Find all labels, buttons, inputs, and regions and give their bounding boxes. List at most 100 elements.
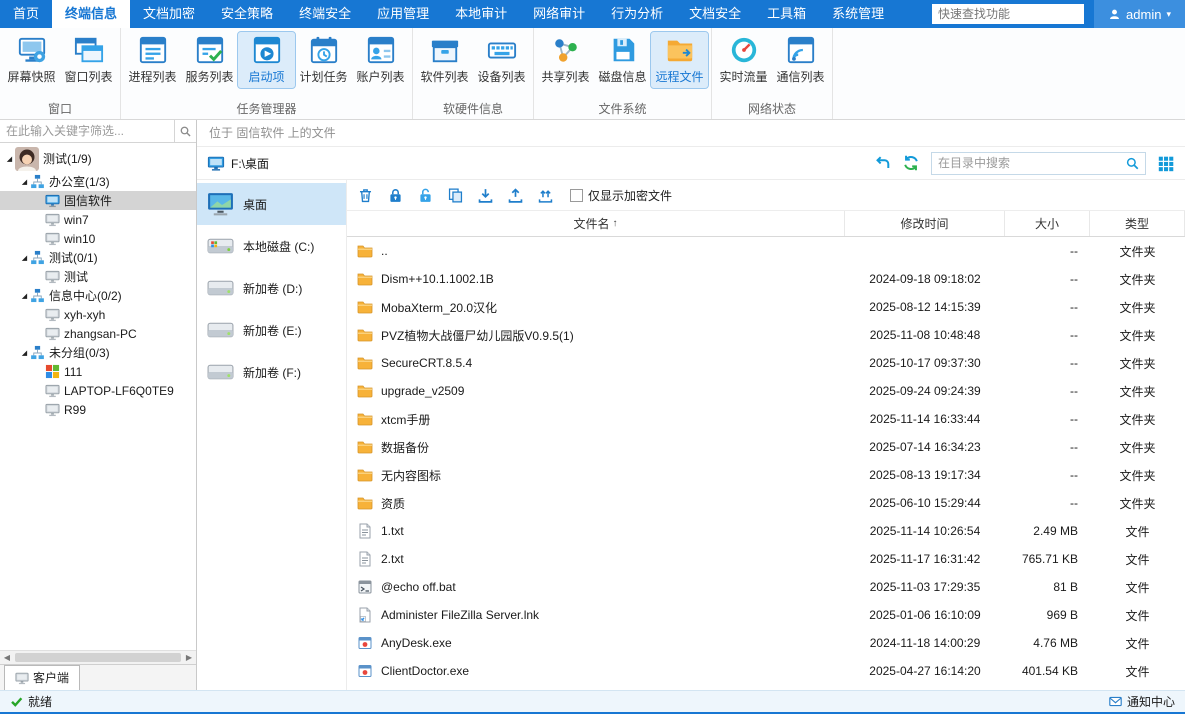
tree-node-zhangsan-PC[interactable]: zhangsan-PC [0,324,196,343]
drive-item-新加卷 (E:)[interactable]: 新加卷 (E:) [197,309,346,351]
drive-item-桌面[interactable]: 桌面 [197,183,346,225]
menu-item-10[interactable]: 文档安全 [676,0,754,28]
checkbox-icon[interactable] [570,189,583,202]
back-button[interactable] [873,154,891,172]
tree-node-办公室(1/3)[interactable]: ◢办公室(1/3) [0,172,196,191]
tree-node-测试(1/9)[interactable]: ◢测试(1/9) [0,145,196,172]
tree-node-测试(0/1)[interactable]: ◢测试(0/1) [0,248,196,267]
ribbon-button-label: 账户列表 [356,68,404,85]
tree-expander-icon[interactable]: ◢ [19,178,30,186]
column-header-3[interactable]: 大小 [1005,211,1090,236]
ribbon-button-share-list[interactable]: 共享列表 [537,32,594,88]
ribbon-button-realtime-traffic[interactable]: 实时流量 [715,32,772,88]
file-row[interactable]: 无内容图标2025-08-13 19:17:34--文件夹 [347,461,1185,489]
menu-item-1[interactable]: 首页 [0,0,52,28]
directory-search-input[interactable] [938,156,1119,170]
ribbon-button-account-list[interactable]: 账户列表 [352,32,409,88]
menu-item-9[interactable]: 行为分析 [598,0,676,28]
exe-icon [357,663,373,679]
menu-item-11[interactable]: 工具箱 [754,0,819,28]
tree-expander-icon[interactable]: ◢ [4,155,15,163]
tree-expander-icon[interactable]: ◢ [19,349,30,357]
tree-filter-input[interactable] [0,120,174,142]
menu-item-7[interactable]: 本地审计 [442,0,520,28]
file-row[interactable]: ClientDoctor.exe2025-04-27 16:14:20401.5… [347,657,1185,685]
file-row[interactable]: xtcm手册2025-11-14 16:33:44--文件夹 [347,405,1185,433]
quick-search-input[interactable] [932,4,1084,24]
tree-node-xyh-xyh[interactable]: xyh-xyh [0,305,196,324]
file-row[interactable]: @echo off.bat2025-11-03 17:29:3581 B文件 [347,573,1185,601]
file-row[interactable]: Administer FileZilla Server.lnk2025-01-0… [347,601,1185,629]
drive-item-新加卷 (F:)[interactable]: 新加卷 (F:) [197,351,346,393]
window-list-icon [74,35,104,65]
file-row[interactable]: 数据备份2025-07-14 16:34:23--文件夹 [347,433,1185,461]
ribbon-button-startup-items[interactable]: 启动项 [238,32,295,88]
ribbon-button-process-list[interactable]: 进程列表 [124,32,181,88]
ribbon-button-disk-info[interactable]: 磁盘信息 [594,32,651,88]
tree-node-R99[interactable]: R99 [0,400,196,419]
column-header-1[interactable]: 文件名↑ [347,211,845,236]
drive-item-本地磁盘 (C:)[interactable]: 本地磁盘 (C:) [197,225,346,267]
file-row[interactable]: ..--文件夹 [347,237,1185,265]
file-row[interactable]: PVZ植物大战僵尸幼儿园版V0.9.5(1)2025-11-08 10:48:4… [347,321,1185,349]
menu-item-12[interactable]: 系统管理 [819,0,897,28]
file-row[interactable]: 1.txt2025-11-14 10:26:542.49 MB文件 [347,517,1185,545]
sidebar-hscrollbar[interactable]: ◀ ▶ [0,650,196,664]
ribbon-button-service-list[interactable]: 服务列表 [181,32,238,88]
folder-icon [357,439,373,455]
computer-offline-icon [45,383,60,398]
menu-item-3[interactable]: 文档加密 [130,0,208,28]
file-row[interactable]: 2.txt2025-11-17 16:31:42765.71 KB文件 [347,545,1185,573]
refresh-button[interactable] [902,154,920,172]
notification-center[interactable]: 通知中心 [1109,693,1175,710]
download-button[interactable] [477,187,494,204]
ribbon-button-window-list[interactable]: 窗口列表 [60,32,117,88]
ribbon-button-remote-file[interactable]: 远程文件 [651,32,708,88]
file-row[interactable]: MobaXterm_20.0汉化2025-08-12 14:15:39--文件夹 [347,293,1185,321]
tree-expander-icon[interactable]: ◢ [19,254,30,262]
file-row[interactable]: 资质2025-06-10 15:29:44--文件夹 [347,489,1185,517]
search-icon[interactable] [1119,156,1145,171]
drive-item-新加卷 (D:)[interactable]: 新加卷 (D:) [197,267,346,309]
view-toggle-button[interactable] [1157,154,1175,172]
ribbon-button-software-list[interactable]: 软件列表 [416,32,473,88]
menu-item-2[interactable]: 终端信息 [52,0,130,28]
menu-item-8[interactable]: 网络审计 [520,0,598,28]
tree-node-未分组(0/3)[interactable]: ◢未分组(0/3) [0,343,196,362]
ribbon-button-screen-snapshot[interactable]: 屏幕快照 [3,32,60,88]
menu-item-5[interactable]: 终端安全 [286,0,364,28]
column-header-2[interactable]: 修改时间 [845,211,1005,236]
ribbon-button-scheduled-tasks[interactable]: 计划任务 [295,32,352,88]
tab-client[interactable]: 客户端 [4,665,80,690]
delete-button[interactable] [357,187,374,204]
file-row[interactable]: SecureCRT.8.5.42025-10-17 09:37:30--文件夹 [347,349,1185,377]
file-row[interactable]: Dism++10.1.1002.1B2024-09-18 09:18:02--文… [347,265,1185,293]
encrypt-button[interactable] [387,187,404,204]
column-header-4[interactable]: 类型 [1090,211,1185,236]
upload-folder-button[interactable] [537,187,554,204]
upload-button[interactable] [507,187,524,204]
tree-node-LAPTOP-LF6Q0TE9[interactable]: LAPTOP-LF6Q0TE9 [0,381,196,400]
user-menu[interactable]: admin ▾ [1094,0,1185,28]
tree-node-固信软件[interactable]: 固信软件 [0,191,196,210]
copy-button[interactable] [447,187,464,204]
menu-item-4[interactable]: 安全策略 [208,0,286,28]
encrypted-only-checkbox[interactable]: 仅显示加密文件 [570,187,672,204]
tree-node-111[interactable]: 111 [0,362,196,381]
file-row[interactable]: upgrade_v25092025-09-24 09:24:39--文件夹 [347,377,1185,405]
tree-node-win7[interactable]: win7 [0,210,196,229]
tree-expander-icon[interactable]: ◢ [19,292,30,300]
scroll-left-icon[interactable]: ◀ [0,653,14,662]
filter-search-icon[interactable] [174,120,196,142]
ribbon-button-device-list[interactable]: 设备列表 [473,32,530,88]
scroll-right-icon[interactable]: ▶ [182,653,196,662]
ribbon-button-communication-list[interactable]: 通信列表 [772,32,829,88]
file-row[interactable]: AnyDesk.exe2024-11-18 14:00:294.76 MB文件 [347,629,1185,657]
tree-node-信息中心(0/2)[interactable]: ◢信息中心(0/2) [0,286,196,305]
tree-node-测试[interactable]: 测试 [0,267,196,286]
menu-item-6[interactable]: 应用管理 [364,0,442,28]
scroll-thumb[interactable] [15,653,181,662]
file-modified: 2025-11-14 10:26:54 [845,524,1005,538]
decrypt-button[interactable] [417,187,434,204]
tree-node-win10[interactable]: win10 [0,229,196,248]
